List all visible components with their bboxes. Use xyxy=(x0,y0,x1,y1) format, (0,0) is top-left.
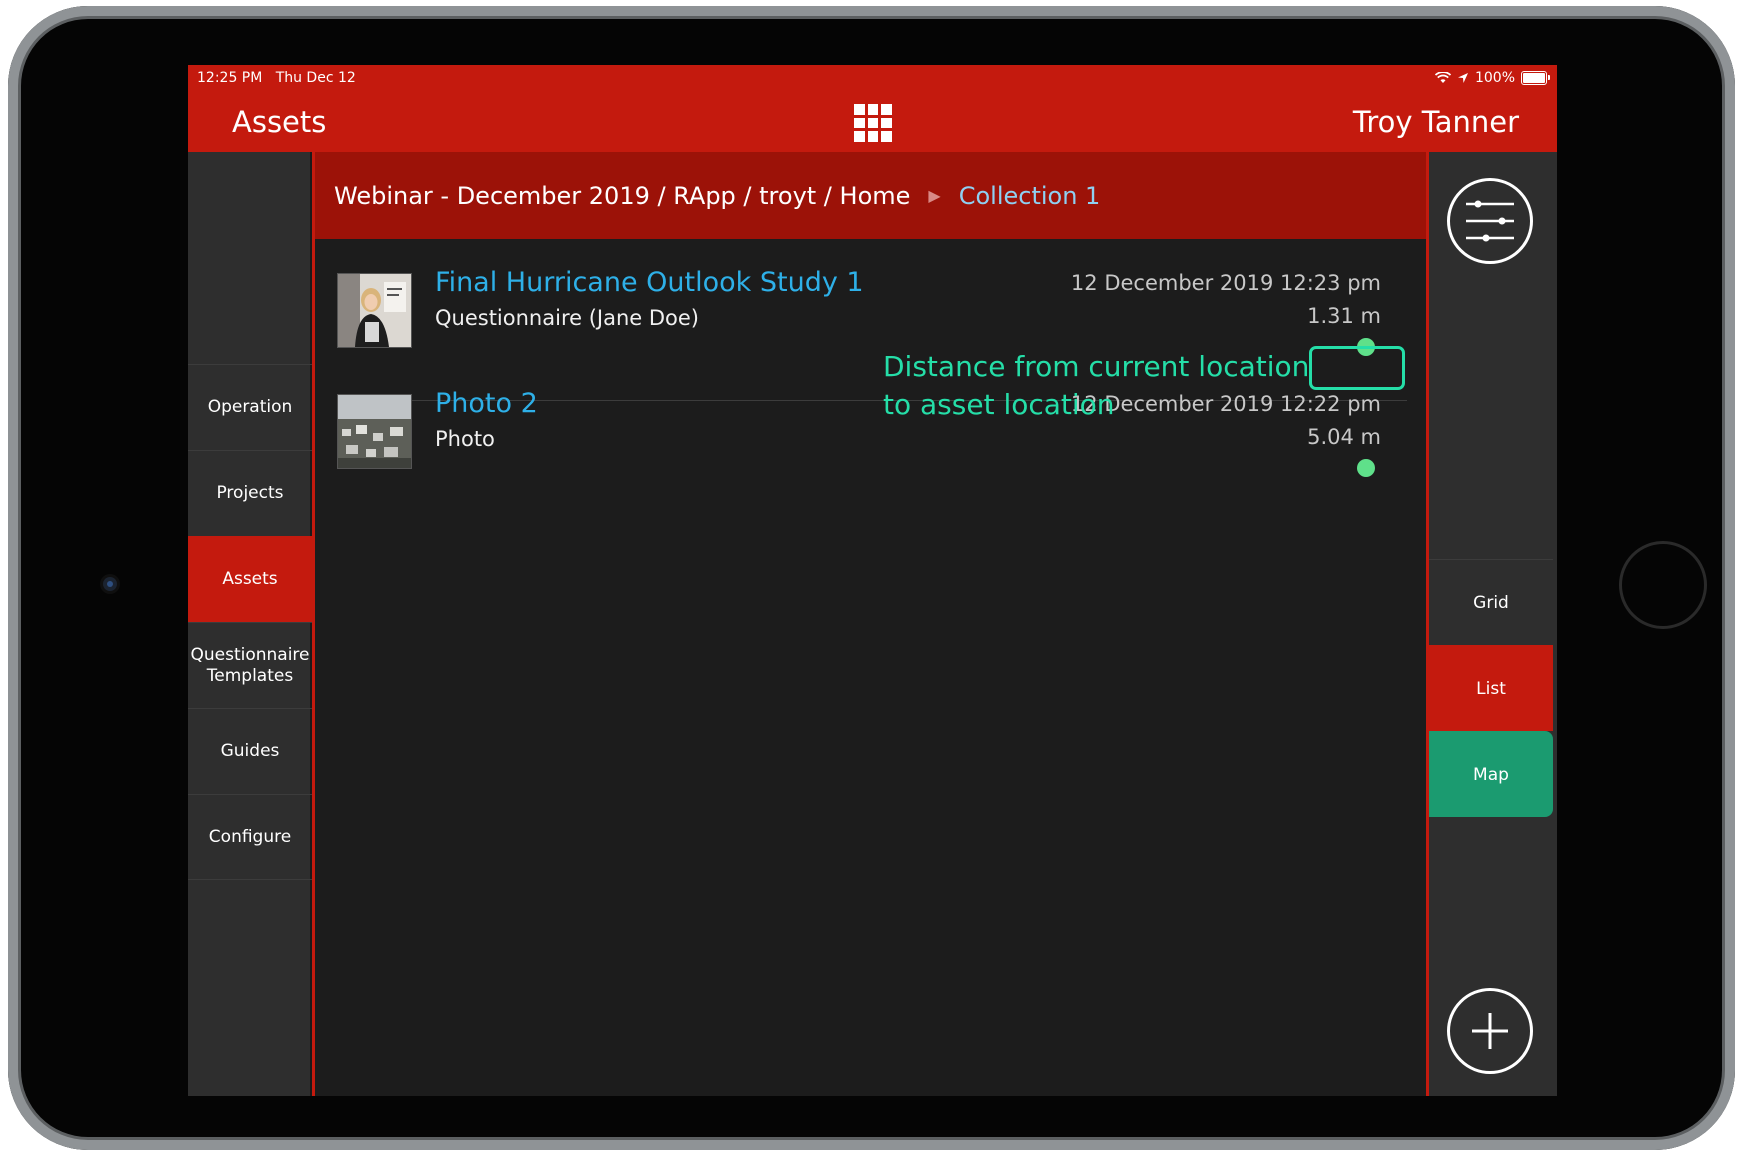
sidebar-item-projects[interactable]: Projects xyxy=(188,450,312,536)
asset-name[interactable]: Photo 2 xyxy=(435,388,538,419)
wifi-icon xyxy=(1434,72,1451,83)
annotation-text: Distance from current location to asset … xyxy=(883,348,1309,424)
sidebar: Operation Projects Assets Questionnaire … xyxy=(188,152,312,1096)
battery-percent: 100% xyxy=(1474,70,1515,86)
annotation-highlight-box xyxy=(1309,346,1405,390)
add-asset-button[interactable] xyxy=(1447,988,1533,1074)
breadcrumb-current[interactable]: Collection 1 xyxy=(959,182,1101,210)
breadcrumb-path[interactable]: Webinar - December 2019 / RApp / troyt /… xyxy=(334,182,910,210)
breadcrumb-arrow-icon: ▶ xyxy=(928,186,941,205)
breadcrumb: Webinar - December 2019 / RApp / troyt /… xyxy=(315,152,1426,239)
status-left: 12:25 PM Thu Dec 12 xyxy=(197,70,356,86)
sidebar-item-operation[interactable]: Operation xyxy=(188,364,312,450)
view-list[interactable]: List xyxy=(1429,645,1553,731)
view-grid[interactable]: Grid xyxy=(1429,559,1553,645)
sidebar-item-assets[interactable]: Assets xyxy=(188,536,312,622)
status-time: 12:25 PM xyxy=(197,70,263,86)
annotation-line-1: Distance from current location xyxy=(883,350,1310,383)
grid-icon[interactable] xyxy=(854,104,892,142)
asset-date: 12 December 2019 12:23 pm xyxy=(1070,271,1381,295)
asset-thumbnail xyxy=(337,273,412,348)
front-camera xyxy=(103,577,117,591)
main-content: Webinar - December 2019 / RApp / troyt /… xyxy=(312,152,1429,1096)
sliders-icon xyxy=(1466,200,1514,242)
asset-type: Questionnaire (Jane Doe) xyxy=(435,306,699,330)
status-date: Thu Dec 12 xyxy=(275,70,356,86)
annotation-line-2: to asset location xyxy=(883,387,1115,421)
home-button[interactable] xyxy=(1619,541,1707,629)
asset-distance: 1.31 m xyxy=(1307,304,1381,328)
app-screen: 12:25 PM Thu Dec 12 100% Assets Troy Tan… xyxy=(188,65,1557,1096)
sidebar-item-configure[interactable]: Configure xyxy=(188,794,312,880)
filter-button[interactable] xyxy=(1447,178,1533,264)
view-map[interactable]: Map xyxy=(1429,731,1553,817)
plus-icon xyxy=(1472,1013,1508,1049)
right-toolbar: Grid List Map xyxy=(1429,152,1557,1096)
location-arrow-icon xyxy=(1457,73,1468,83)
asset-type: Photo xyxy=(435,427,495,451)
user-name[interactable]: Troy Tanner xyxy=(1353,105,1519,139)
status-bar: 12:25 PM Thu Dec 12 100% xyxy=(188,65,1557,91)
page-title: Assets xyxy=(232,105,327,139)
sidebar-item-guides[interactable]: Guides xyxy=(188,708,312,794)
asset-distance: 5.04 m xyxy=(1307,425,1381,449)
asset-name[interactable]: Final Hurricane Outlook Study 1 xyxy=(435,267,864,298)
battery-icon xyxy=(1521,71,1550,85)
status-right: 100% xyxy=(1434,70,1550,86)
nav-bar: Assets Troy Tanner xyxy=(188,91,1557,152)
asset-thumbnail xyxy=(337,394,412,469)
sidebar-item-questionnaire-templates[interactable]: Questionnaire Templates xyxy=(188,622,312,708)
status-dot xyxy=(1357,459,1375,477)
